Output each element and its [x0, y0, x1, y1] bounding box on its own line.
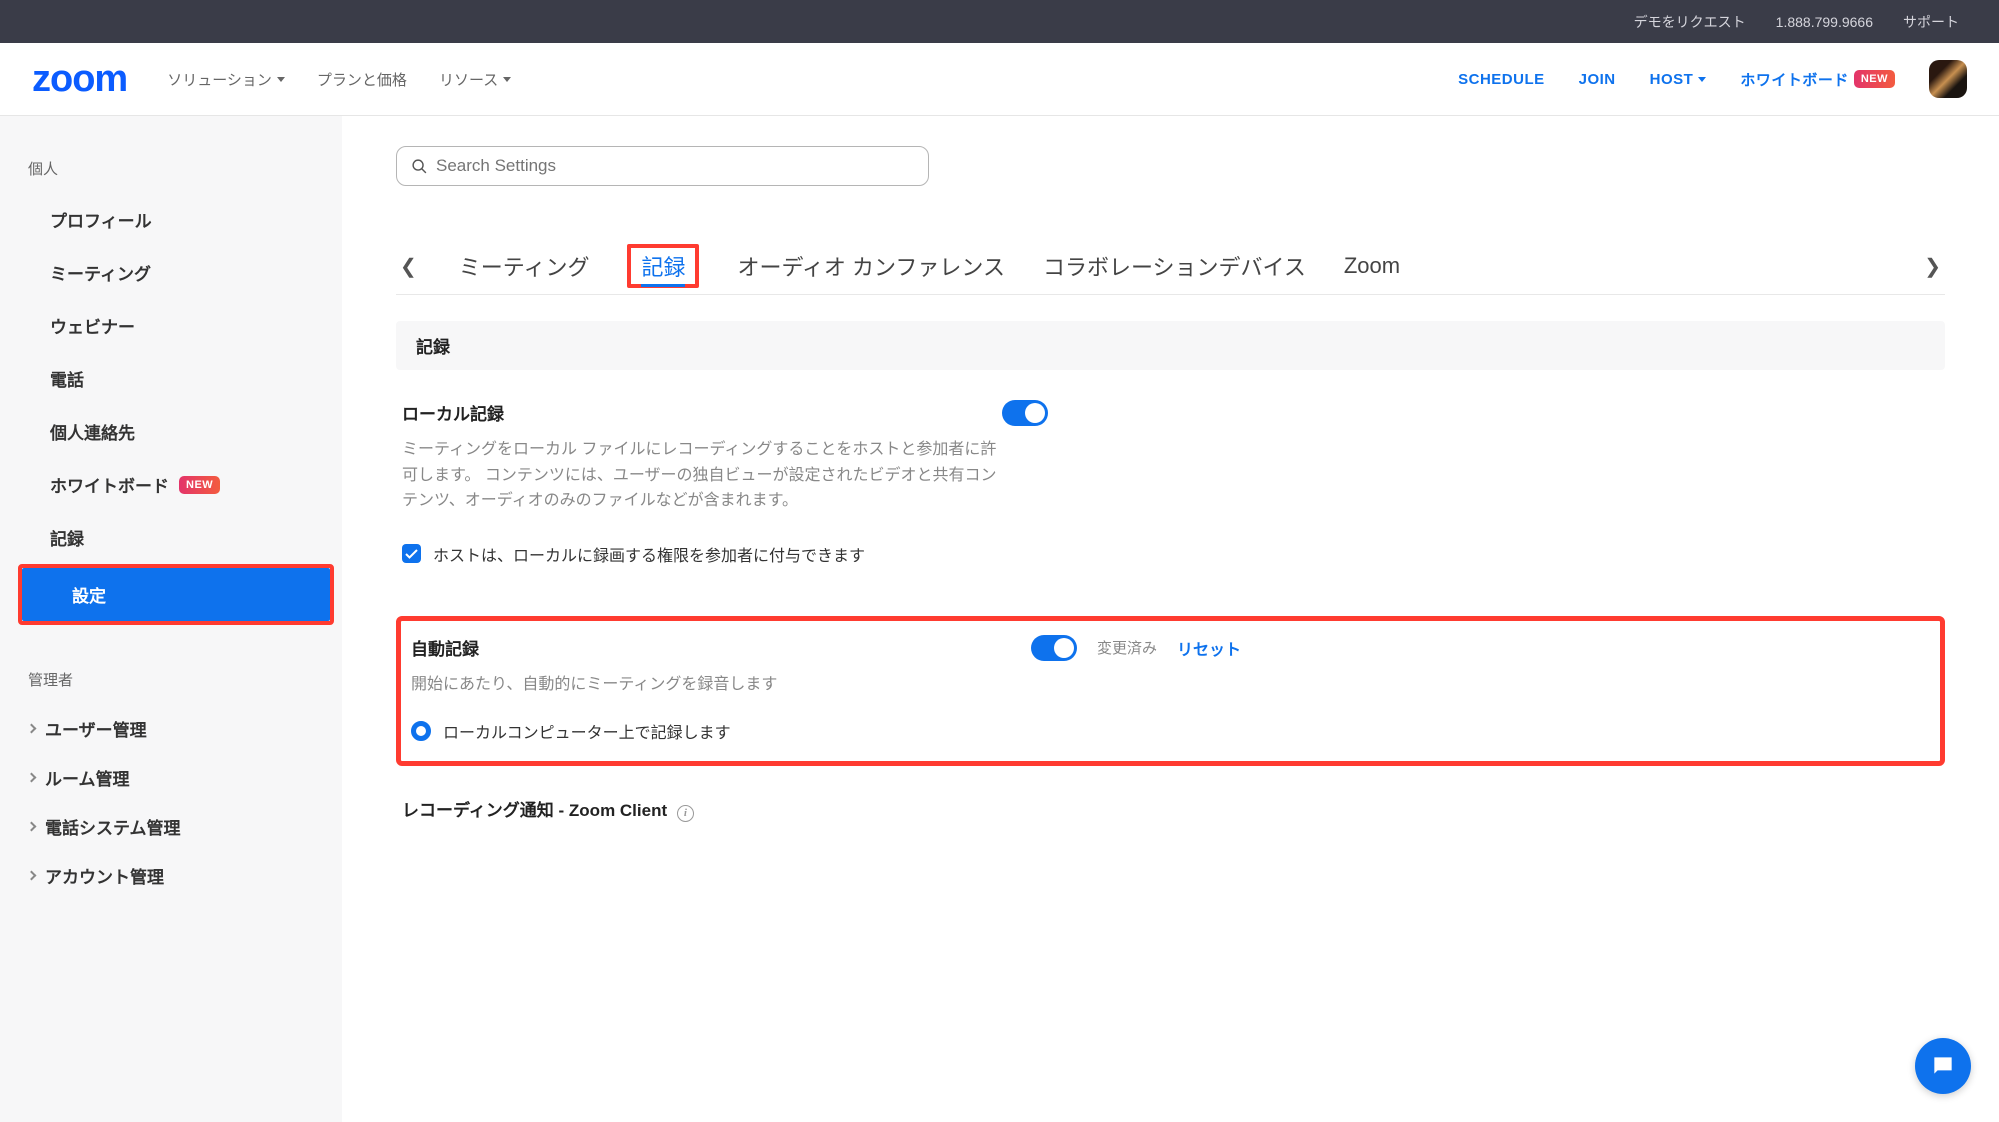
header: zoom ソリューション プランと価格 リソース SCHEDULE JOIN H… [0, 43, 1999, 116]
sidebar-item-profile[interactable]: プロフィール [0, 193, 342, 246]
sidebar-item-webinar[interactable]: ウェビナー [0, 299, 342, 352]
auto-recording-desc: 開始にあたり、自動的にミーティングを録音します [411, 672, 1011, 698]
topbar-demo-link[interactable]: デモをリクエスト [1634, 12, 1746, 32]
local-recording-title: ローカル記録 [402, 400, 1002, 425]
sidebar-personal-label: 個人 [0, 144, 342, 193]
nav-solutions[interactable]: ソリューション [167, 69, 285, 90]
sidebar-item-recording[interactable]: 記録 [0, 511, 342, 564]
whiteboard-link[interactable]: ホワイトボード NEW [1740, 69, 1895, 90]
sidebar: 個人 プロフィール ミーティング ウェビナー 電話 個人連絡先 ホワイトボード N… [0, 116, 342, 1122]
setting-rec-notify: レコーディング通知 - Zoom Client i [396, 766, 1945, 822]
sidebar-admin-rooms-label: ルーム管理 [45, 765, 130, 790]
sidebar-admin-users[interactable]: ユーザー管理 [0, 704, 342, 753]
nav-resources[interactable]: リソース [439, 69, 511, 90]
sidebar-admin-phone[interactable]: 電話システム管理 [0, 802, 342, 851]
chevron-right-icon [27, 822, 37, 832]
setting-local-recording: ローカル記録 ミーティングをローカル ファイルにレコーディングすることをホストと… [396, 370, 1945, 596]
sidebar-item-meeting[interactable]: ミーティング [0, 246, 342, 299]
new-badge: NEW [179, 476, 220, 494]
tab-scroll-left[interactable]: ❮ [396, 246, 421, 287]
tab-audio[interactable]: オーディオ カンファレンス [737, 240, 1004, 292]
whiteboard-label: ホワイトボード [1740, 69, 1849, 90]
sidebar-admin-users-label: ユーザー管理 [45, 716, 147, 741]
sidebar-admin-account[interactable]: アカウント管理 [0, 851, 342, 900]
radio-icon [411, 721, 431, 741]
local-recording-toggle[interactable] [1002, 400, 1048, 426]
sidebar-admin-label: 管理者 [0, 655, 342, 704]
topbar: デモをリクエスト 1.888.799.9666 サポート [0, 0, 1999, 43]
nav-plans[interactable]: プランと価格 [317, 69, 407, 90]
search-box[interactable] [396, 146, 929, 186]
chevron-right-icon [27, 871, 37, 881]
auto-recording-toggle[interactable] [1031, 635, 1077, 661]
topbar-support-link[interactable]: サポート [1903, 12, 1959, 32]
search-input[interactable] [436, 156, 914, 176]
chevron-right-icon [27, 773, 37, 783]
tab-meeting[interactable]: ミーティング [459, 240, 590, 292]
highlight-auto-recording: 自動記録 開始にあたり、自動的にミーティングを録音します 変更済み リセット ロ… [396, 616, 1945, 767]
avatar[interactable] [1929, 60, 1967, 98]
auto-recording-status: 変更済み [1097, 637, 1157, 658]
chevron-down-icon [277, 77, 285, 82]
search-icon [411, 158, 428, 175]
chat-icon [1930, 1053, 1956, 1079]
auto-recording-title: 自動記録 [411, 635, 1011, 660]
nav-solutions-label: ソリューション [167, 69, 272, 90]
sidebar-admin-account-label: アカウント管理 [45, 863, 164, 888]
chevron-down-icon [503, 77, 511, 82]
section-header-recording: 記録 [396, 321, 1945, 370]
tabs-row: ❮ ミーティング 記録 オーディオ カンファレンス コラボレーションデバイス Z… [396, 240, 1945, 295]
new-badge: NEW [1854, 70, 1895, 88]
auto-recording-reset[interactable]: リセット [1177, 636, 1241, 660]
auto-recording-radio-row[interactable]: ローカルコンピューター上で記録します [411, 719, 1930, 743]
sidebar-admin-phone-label: 電話システム管理 [45, 814, 181, 839]
chat-bubble-button[interactable] [1915, 1038, 1971, 1094]
tab-recording[interactable]: 記録 [641, 251, 685, 287]
sidebar-item-contacts[interactable]: 個人連絡先 [0, 405, 342, 458]
tab-scroll-right[interactable]: ❯ [1920, 246, 1945, 287]
header-nav-left: ソリューション プランと価格 リソース [167, 69, 511, 90]
sidebar-item-phone[interactable]: 電話 [0, 352, 342, 405]
sidebar-item-settings[interactable]: 設定 [22, 568, 330, 621]
info-icon[interactable]: i [677, 805, 694, 822]
header-nav-right: SCHEDULE JOIN HOST ホワイトボード NEW [1458, 60, 1967, 98]
logo[interactable]: zoom [32, 58, 127, 101]
tab-zoom[interactable]: Zoom [1344, 243, 1400, 289]
sidebar-admin-rooms[interactable]: ルーム管理 [0, 753, 342, 802]
host-label: HOST [1650, 71, 1694, 88]
local-recording-checkbox-row[interactable]: ホストは、ローカルに録画する権限を参加者に付与できます [402, 542, 1939, 566]
main-content: ❮ ミーティング 記録 オーディオ カンファレンス コラボレーションデバイス Z… [342, 116, 1999, 1122]
highlight-tab-recording: 記録 [627, 244, 699, 288]
chevron-down-icon [1698, 77, 1706, 82]
nav-resources-label: リソース [439, 69, 498, 90]
schedule-link[interactable]: SCHEDULE [1458, 71, 1545, 88]
auto-recording-radio-label: ローカルコンピューター上で記録します [443, 719, 731, 743]
highlight-settings: 設定 [18, 564, 334, 625]
local-recording-desc: ミーティングをローカル ファイルにレコーディングすることをホストと参加者に許可し… [402, 437, 1002, 514]
join-link[interactable]: JOIN [1579, 71, 1616, 88]
checkbox-icon [402, 544, 421, 563]
chevron-right-icon [27, 724, 37, 734]
local-recording-checkbox-label: ホストは、ローカルに録画する権限を参加者に付与できます [433, 542, 865, 566]
topbar-phone[interactable]: 1.888.799.9666 [1776, 14, 1873, 30]
tab-collab[interactable]: コラボレーションデバイス [1043, 240, 1306, 292]
sidebar-whiteboard-label: ホワイトボード [50, 472, 169, 497]
sidebar-item-whiteboard[interactable]: ホワイトボード NEW [0, 458, 342, 511]
rec-notify-title-text: レコーディング通知 - Zoom Client [402, 801, 667, 820]
host-link[interactable]: HOST [1650, 71, 1707, 88]
rec-notify-title: レコーディング通知 - Zoom Client i [402, 796, 1939, 822]
